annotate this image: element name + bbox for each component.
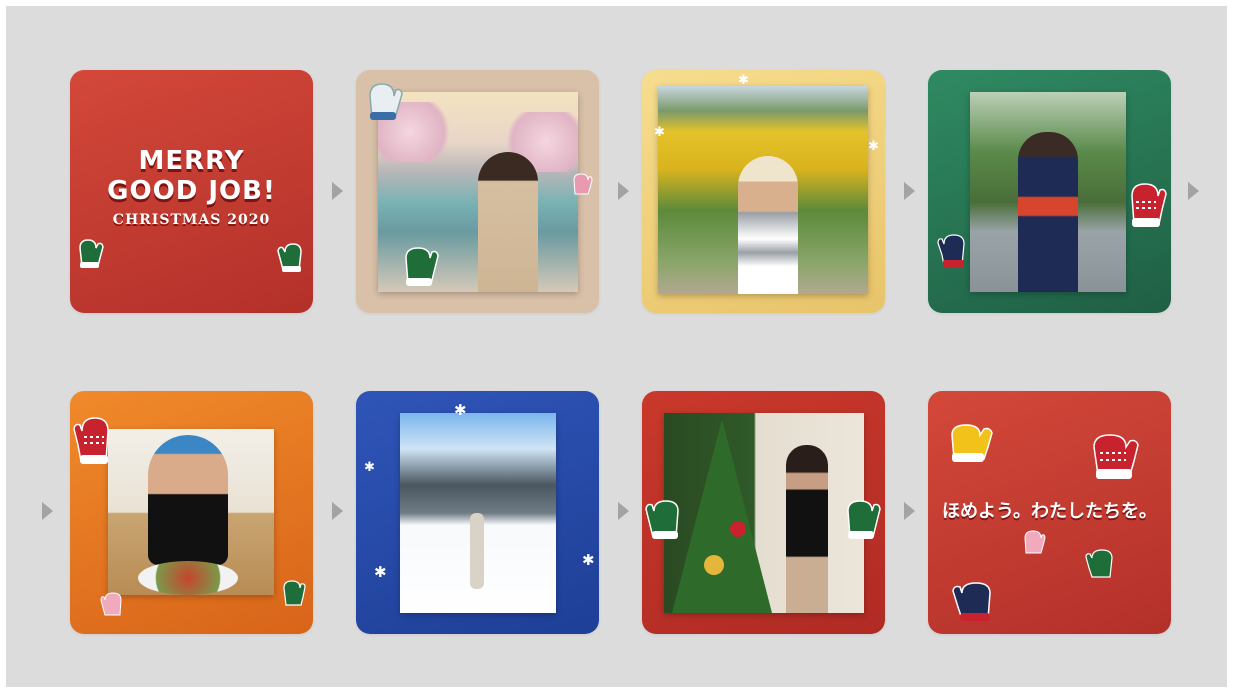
navy-mitten-icon <box>937 234 965 267</box>
navy-mitten-icon <box>952 582 991 621</box>
yellow-mitten-icon <box>951 424 993 462</box>
green-mitten-icon <box>645 500 679 539</box>
photo-card-tree[interactable] <box>642 391 885 634</box>
message-card[interactable]: ほめよう。わたしたちを。 <box>928 391 1171 634</box>
green-mitten-icon <box>79 239 104 268</box>
next-arrow-icon <box>332 182 343 200</box>
title-merry: MERRY <box>138 146 245 176</box>
red-mitten-icon <box>1131 183 1167 227</box>
title-good-job: GOOD JOB! <box>107 176 276 206</box>
photo-card-yukata[interactable] <box>928 70 1171 313</box>
green-mitten-icon <box>405 247 439 286</box>
snowflake-icon: ✱ <box>654 125 665 140</box>
red-mitten-icon <box>73 417 109 464</box>
red-mitten-icon <box>1093 434 1139 479</box>
closing-message: ほめよう。わたしたちを。 <box>942 501 1157 522</box>
photo-card-snow[interactable]: ✱ ✱ ✱ ✱ <box>356 391 599 634</box>
christmas-tree-photo <box>664 413 864 613</box>
snow-photo <box>400 413 556 613</box>
next-arrow-icon <box>904 502 915 520</box>
next-arrow-icon <box>332 502 343 520</box>
snowflake-icon: ✱ <box>582 551 595 569</box>
green-mitten-icon <box>277 243 302 272</box>
next-arrow-icon <box>618 182 629 200</box>
photo-card-river[interactable] <box>356 70 599 313</box>
green-mitten-icon <box>1085 549 1113 578</box>
pink-mitten-icon <box>573 173 593 195</box>
title-card[interactable]: MERRY GOOD JOB! CHRISTMAS 2020 <box>70 70 313 313</box>
green-mitten-icon <box>847 500 881 539</box>
snowflake-icon: ✱ <box>738 73 749 88</box>
white-mitten-icon <box>369 83 403 120</box>
snowflake-icon: ✱ <box>454 401 467 419</box>
snowflake-icon: ✱ <box>374 563 387 581</box>
snowflake-icon: ✱ <box>364 460 375 475</box>
slideshow-board: MERRY GOOD JOB! CHRISTMAS 2020 ✱ ✱ ✱ ✱ ✱… <box>6 6 1227 687</box>
pink-mitten-icon <box>1024 530 1046 554</box>
yukata-photo <box>970 92 1126 292</box>
meal-photo <box>108 429 274 595</box>
next-arrow-icon <box>904 182 915 200</box>
green-mitten-icon <box>283 580 306 606</box>
title-christmas-2020: CHRISTMAS 2020 <box>112 212 271 228</box>
sunflower-photo <box>658 86 868 294</box>
pink-mitten-icon <box>100 592 122 616</box>
photo-card-meal[interactable] <box>70 391 313 634</box>
snowflake-icon: ✱ <box>868 139 879 154</box>
next-arrow-icon <box>618 502 629 520</box>
next-arrow-icon <box>1188 182 1199 200</box>
photo-card-sunflowers[interactable]: ✱ ✱ ✱ <box>642 70 885 313</box>
next-arrow-icon <box>42 502 53 520</box>
